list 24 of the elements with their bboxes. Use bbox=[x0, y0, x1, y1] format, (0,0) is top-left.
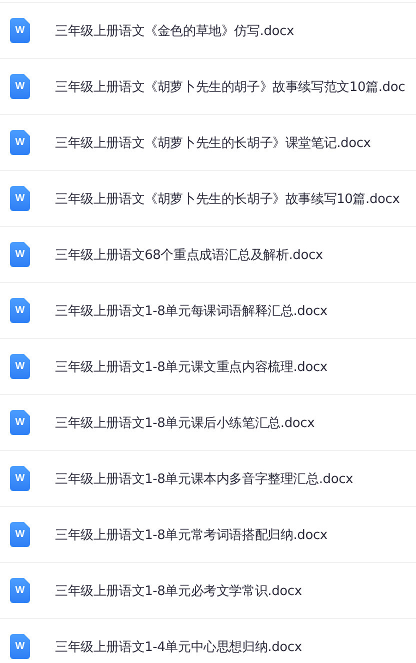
file-name[interactable]: 三年级上册语文《胡萝卜先生的胡子》故事续写范文10篇.doc bbox=[55, 78, 406, 96]
file-name[interactable]: 三年级上册语文1-8单元常考词语搭配归纳.docx bbox=[55, 526, 328, 544]
file-name[interactable]: 三年级上册语文《金色的草地》仿写.docx bbox=[55, 22, 294, 40]
word-file-icon: W bbox=[10, 578, 30, 603]
word-file-icon: W bbox=[10, 298, 30, 323]
word-file-icon: W bbox=[10, 634, 30, 659]
file-name[interactable]: 三年级上册语文1-8单元课本内多音字整理汇总.docx bbox=[55, 470, 354, 488]
word-file-icon: W bbox=[10, 130, 30, 155]
word-file-icon: W bbox=[10, 466, 30, 491]
word-file-icon: W bbox=[10, 18, 30, 43]
file-name[interactable]: 三年级上册语文68个重点成语汇总及解析.docx bbox=[55, 246, 323, 264]
file-name[interactable]: 三年级上册语文1-8单元必考文学常识.docx bbox=[55, 582, 302, 600]
file-name[interactable]: 三年级上册语文《胡萝卜先生的长胡子》课堂笔记.docx bbox=[55, 134, 371, 152]
file-name[interactable]: 三年级上册语文1-4单元中心思想归纳.docx bbox=[55, 638, 302, 656]
word-file-icon: W bbox=[10, 74, 30, 99]
word-file-icon: W bbox=[10, 410, 30, 435]
file-name[interactable]: 三年级上册语文《胡萝卜先生的长胡子》故事续写10篇.docx bbox=[55, 190, 400, 208]
file-name[interactable]: 三年级上册语文1-8单元每课词语解释汇总.docx bbox=[55, 302, 328, 320]
word-file-icon: W bbox=[10, 354, 30, 379]
file-name[interactable]: 三年级上册语文1-8单元课文重点内容梳理.docx bbox=[55, 358, 328, 376]
file-name[interactable]: 三年级上册语文1-8单元课后小练笔汇总.docx bbox=[55, 414, 315, 432]
word-file-icon: W bbox=[10, 242, 30, 267]
word-file-icon: W bbox=[10, 186, 30, 211]
word-file-icon: W bbox=[10, 522, 30, 547]
